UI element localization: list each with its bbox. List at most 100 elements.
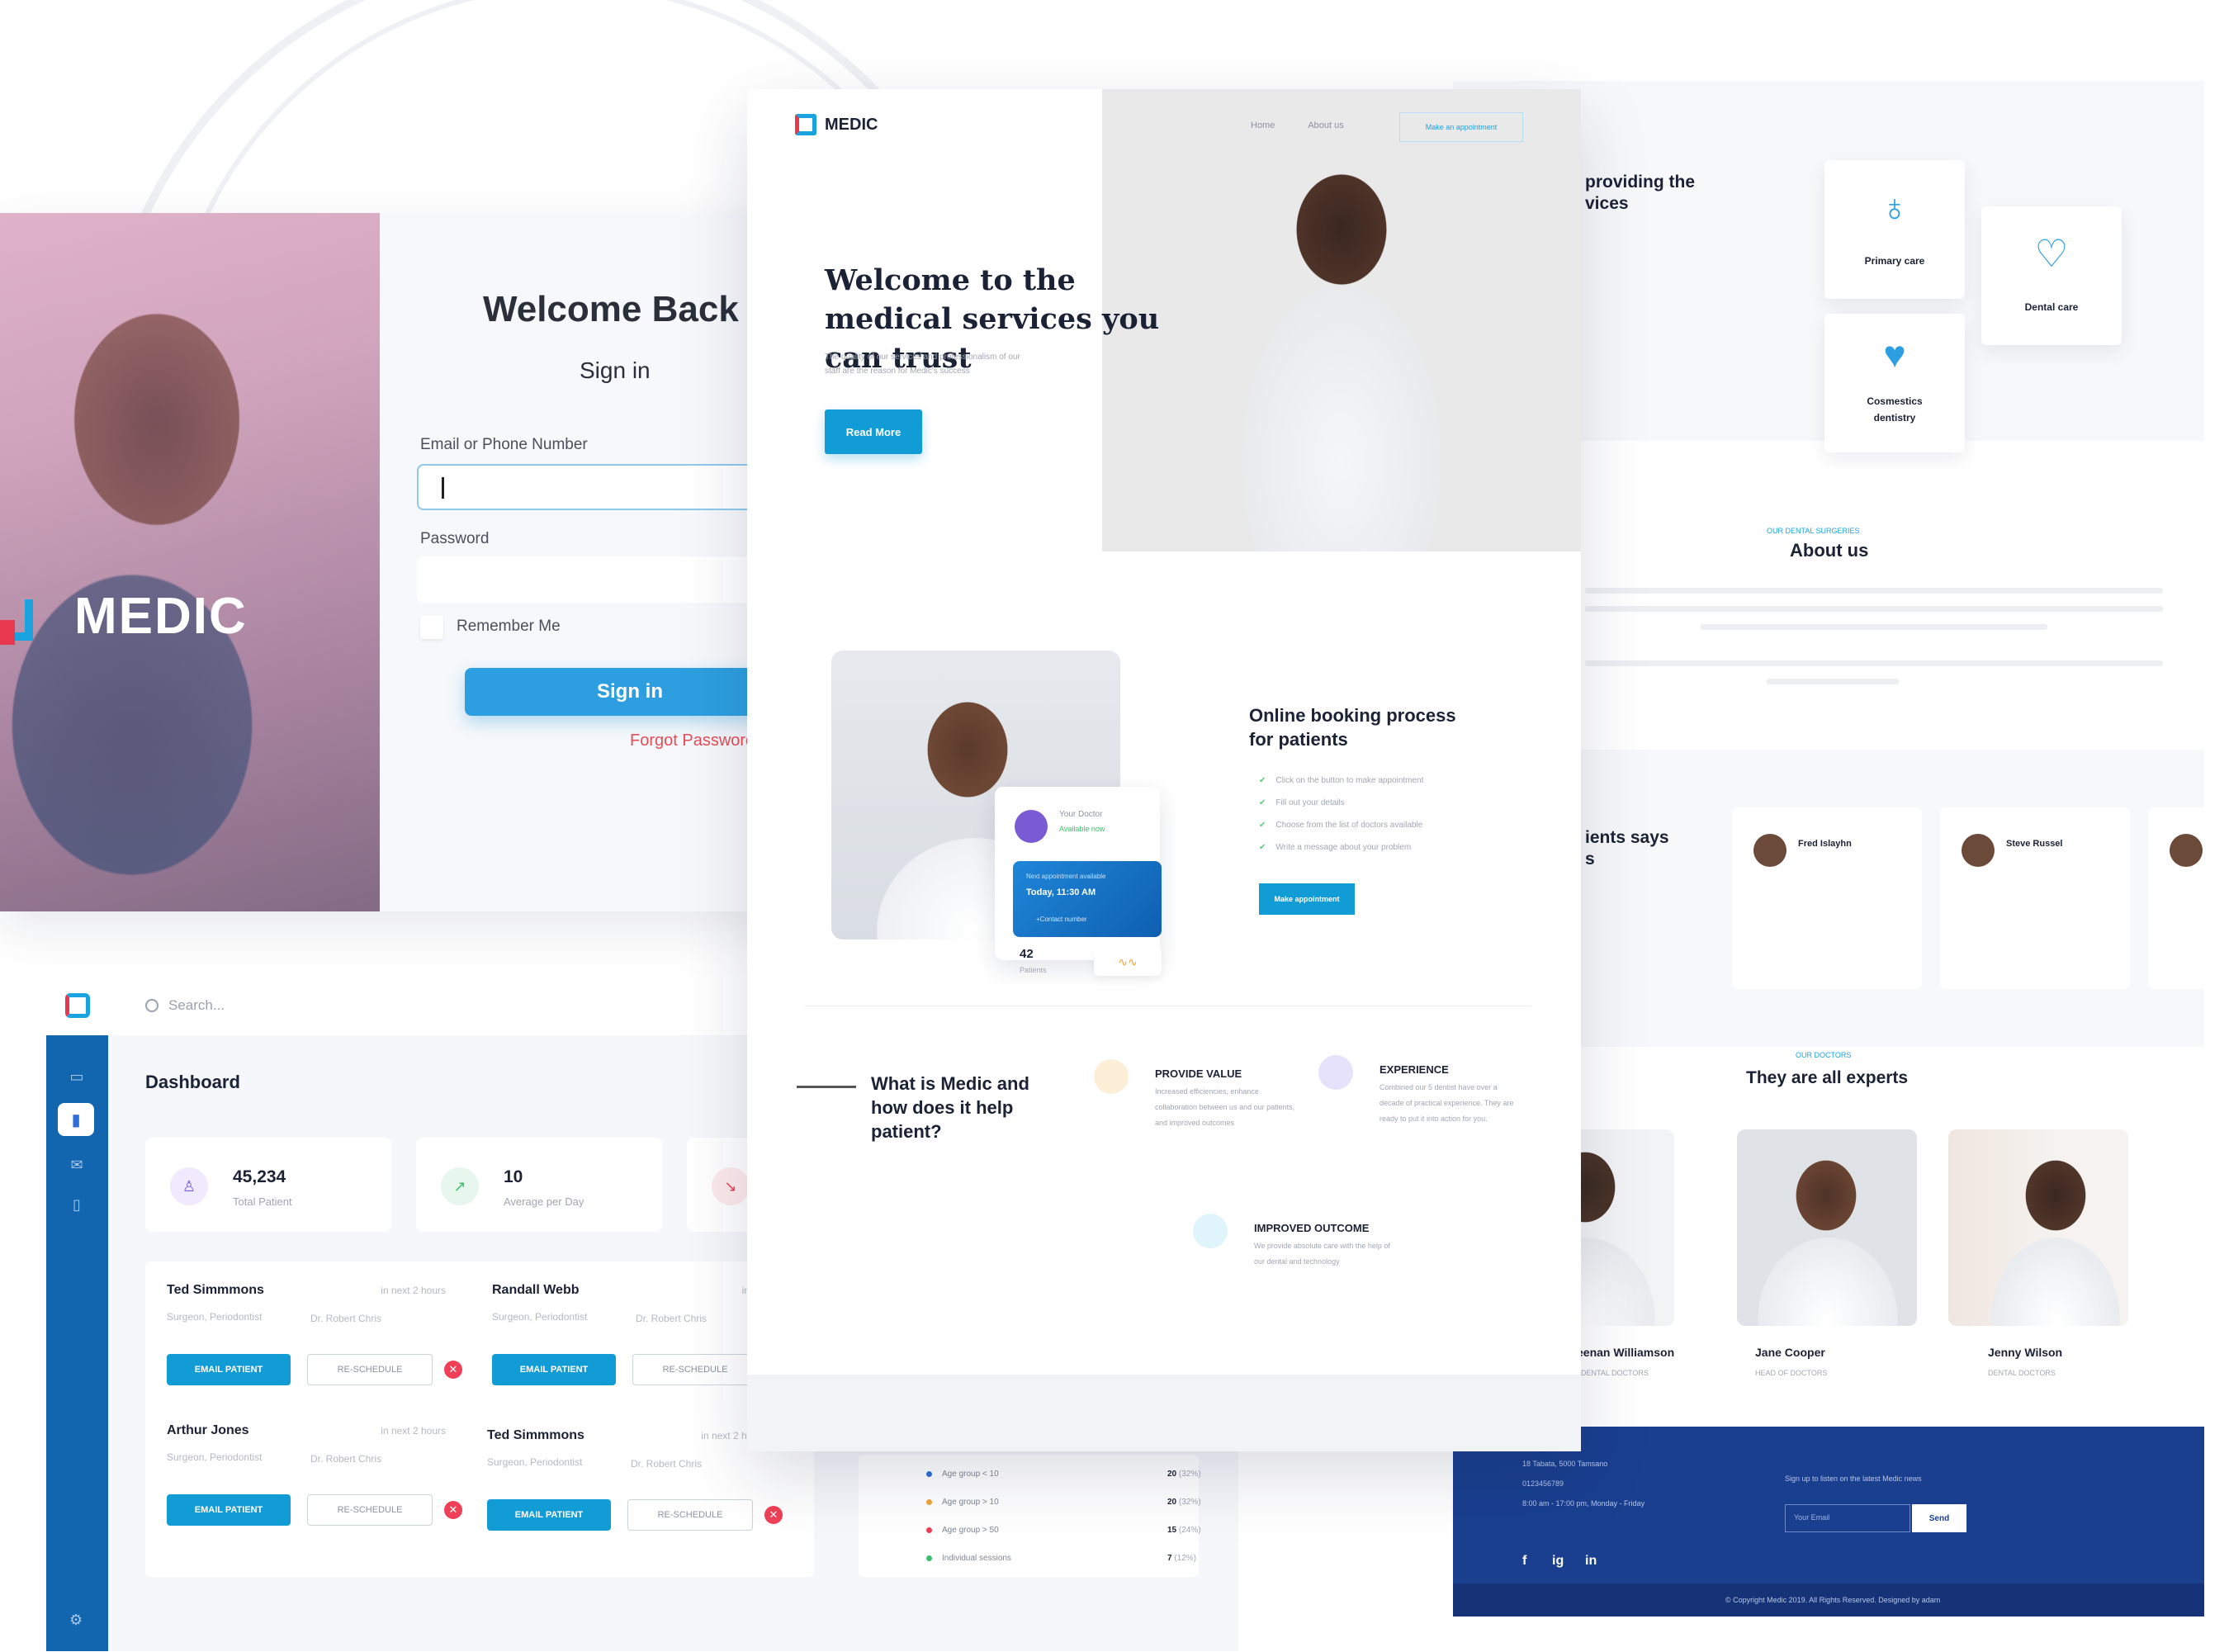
search-input[interactable]: Search... bbox=[145, 997, 225, 1014]
make-appointment-nav-button[interactable]: Make an appointment bbox=[1399, 112, 1523, 142]
make-appointment-button[interactable]: Make appointment bbox=[1259, 883, 1355, 915]
nav-item-home[interactable]: Home bbox=[1251, 121, 1275, 130]
gear-icon[interactable]: ⚙ bbox=[69, 1612, 83, 1629]
login-subtitle: Sign in bbox=[580, 357, 651, 383]
patient-role: Surgeon, Periodontist bbox=[167, 1451, 263, 1463]
password-field[interactable] bbox=[417, 556, 793, 603]
close-icon[interactable]: ✕ bbox=[764, 1506, 783, 1524]
testimonial-card bbox=[2148, 807, 2204, 989]
testimonial-name: Steve Russel bbox=[2006, 839, 2063, 849]
newsletter-text: Sign up to listen on the latest Medic ne… bbox=[1785, 1474, 1922, 1483]
footer-hours: 8:00 am - 17:00 pm, Monday - Friday bbox=[1522, 1499, 1645, 1508]
patient-role: Surgeon, Periodontist bbox=[492, 1311, 588, 1323]
feature-title: PROVIDE VALUE bbox=[1155, 1067, 1242, 1080]
feature-title: IMPROVED OUTCOME bbox=[1254, 1222, 1370, 1234]
age-group-label: Age group < 10 bbox=[942, 1470, 999, 1479]
appointment-time: in next 2 hours bbox=[381, 1285, 446, 1296]
age-group-row: Individual sessions 7 (12%) bbox=[926, 1554, 1196, 1563]
testimonial-name: Fred Islayhn bbox=[1798, 839, 1852, 849]
service-card[interactable]: ♡ Dental care bbox=[1981, 206, 2122, 345]
avatar bbox=[1753, 834, 1787, 867]
footer-phone: 0123456789 bbox=[1522, 1479, 1564, 1488]
text-line bbox=[1585, 660, 2163, 666]
medic-logo-icon bbox=[795, 114, 816, 135]
medic-logo-icon bbox=[0, 583, 41, 649]
service-label: Cosmestics dentistry bbox=[1867, 395, 1923, 424]
heart-rate-icon: ∿∿ bbox=[1094, 948, 1162, 976]
section-accent-line bbox=[797, 1086, 856, 1088]
medic-logo-icon bbox=[64, 993, 90, 1018]
what-is-medic-title: What is Medic and how does it help patie… bbox=[871, 1073, 1029, 1142]
sidebar-logo bbox=[46, 976, 108, 1035]
email-patient-button[interactable]: EMAIL PATIENT bbox=[167, 1354, 291, 1385]
reschedule-button[interactable]: RE-SCHEDULE bbox=[627, 1499, 753, 1531]
linkedin-icon[interactable]: in bbox=[1585, 1554, 1597, 1569]
forgot-password-link[interactable]: Forgot Password bbox=[630, 731, 755, 750]
experts-kicker: OUR DOCTORS bbox=[1796, 1051, 1852, 1059]
close-icon[interactable]: ✕ bbox=[444, 1501, 462, 1519]
nav-item-about[interactable]: About us bbox=[1308, 121, 1343, 130]
login-hero-photo bbox=[0, 213, 380, 911]
email-label: Email or Phone Number bbox=[420, 436, 588, 453]
remember-checkbox[interactable] bbox=[420, 616, 443, 639]
booking-step: ✔ Fill out your details bbox=[1259, 798, 1345, 807]
stat-label: Total Patient bbox=[233, 1195, 292, 1208]
newsletter-send-button[interactable]: Send bbox=[1912, 1504, 1966, 1532]
appointment-card: Ted Simmmons in next 2 hours Surgeon, Pe… bbox=[466, 1407, 788, 1547]
check-icon: ✔ bbox=[1259, 821, 1266, 830]
appointment-card: Arthur Jones in next 2 hours Surgeon, Pe… bbox=[145, 1402, 467, 1542]
sidebar: ▭ ▮ ✉ ▯ ⚙ bbox=[46, 976, 108, 1651]
contact-number: +Contact number bbox=[1036, 916, 1087, 923]
read-more-button[interactable]: Read More bbox=[825, 409, 922, 454]
close-icon[interactable]: ✕ bbox=[444, 1361, 462, 1379]
doctor-photo bbox=[1948, 1129, 2128, 1326]
hero-subtitle: The quality of our services and professi… bbox=[825, 353, 1020, 376]
folder-icon[interactable]: ▭ bbox=[68, 1069, 86, 1084]
age-group-value: 20 (32%) bbox=[1167, 1470, 1201, 1479]
patient-role: Surgeon, Periodontist bbox=[487, 1456, 583, 1468]
heart-pulse-icon: ♥ bbox=[1883, 333, 1906, 376]
instagram-icon[interactable]: ig bbox=[1552, 1554, 1564, 1569]
doctor-name: Dr. Robert Chris bbox=[636, 1313, 708, 1324]
appointment-card: Ted Simmmons in next 2 hours Surgeon, Pe… bbox=[145, 1261, 467, 1402]
text-line bbox=[1767, 679, 1899, 684]
check-icon: ✔ bbox=[1259, 798, 1266, 807]
legend-dot bbox=[926, 1498, 932, 1505]
copyright-text: © Copyright Medic 2019. All Rights Reser… bbox=[1725, 1596, 1941, 1604]
patients-count: 42 bbox=[1020, 947, 1034, 961]
reschedule-button[interactable]: RE-SCHEDULE bbox=[307, 1354, 433, 1385]
text-line bbox=[1701, 624, 2047, 630]
email-patient-button[interactable]: EMAIL PATIENT bbox=[487, 1499, 611, 1531]
search-icon bbox=[145, 999, 159, 1012]
document-icon[interactable]: ▯ bbox=[68, 1197, 86, 1212]
chart-icon[interactable]: ▮ bbox=[58, 1103, 94, 1136]
site-brand-name: MEDIC bbox=[825, 115, 878, 134]
stat-label: Average per Day bbox=[504, 1195, 584, 1208]
testimonial-card: Steve Russel bbox=[1940, 807, 2130, 989]
service-card[interactable]: ♥ Cosmestics dentistry bbox=[1824, 314, 1965, 452]
service-label: Dental care bbox=[2024, 301, 2079, 313]
website-page-center: MEDIC Home About us Make an appointment … bbox=[747, 89, 1581, 1451]
patients-label: Patients bbox=[1020, 966, 1047, 974]
booking-step: ✔ Choose from the list of doctors availab… bbox=[1259, 821, 1423, 830]
patient-name: Arthur Jones bbox=[167, 1423, 249, 1437]
doctor-name: Jane Cooper bbox=[1755, 1346, 1825, 1359]
facebook-icon[interactable]: f bbox=[1522, 1554, 1526, 1569]
email-patient-button[interactable]: EMAIL PATIENT bbox=[167, 1494, 291, 1526]
site-nav: Home About us bbox=[1251, 121, 1344, 130]
reschedule-button[interactable]: RE-SCHEDULE bbox=[307, 1494, 433, 1526]
reschedule-button[interactable]: RE-SCHEDULE bbox=[632, 1354, 758, 1385]
newsletter-email-input[interactable]: Your Email bbox=[1785, 1504, 1910, 1532]
tooth-heart-icon: ♡ bbox=[2034, 232, 2069, 275]
email-patient-button[interactable]: EMAIL PATIENT bbox=[492, 1354, 616, 1385]
email-field[interactable] bbox=[417, 464, 793, 510]
next-appointment-card[interactable]: Next appointment available Today, 11:30 … bbox=[1013, 861, 1162, 937]
signin-button[interactable]: Sign in bbox=[465, 668, 793, 716]
mail-icon[interactable]: ✉ bbox=[68, 1157, 86, 1172]
service-card[interactable]: ♁ Primary care bbox=[1824, 160, 1965, 299]
site-logo[interactable]: MEDIC bbox=[795, 114, 878, 135]
appointment-card: Randall Webb in next Surgeon, Periodonti… bbox=[471, 1261, 793, 1402]
age-group-value: 20 (32%) bbox=[1167, 1498, 1201, 1507]
footer-address: 18 Tabata, 5000 Tamsano bbox=[1522, 1460, 1608, 1468]
stat-value: 10 bbox=[504, 1167, 523, 1186]
